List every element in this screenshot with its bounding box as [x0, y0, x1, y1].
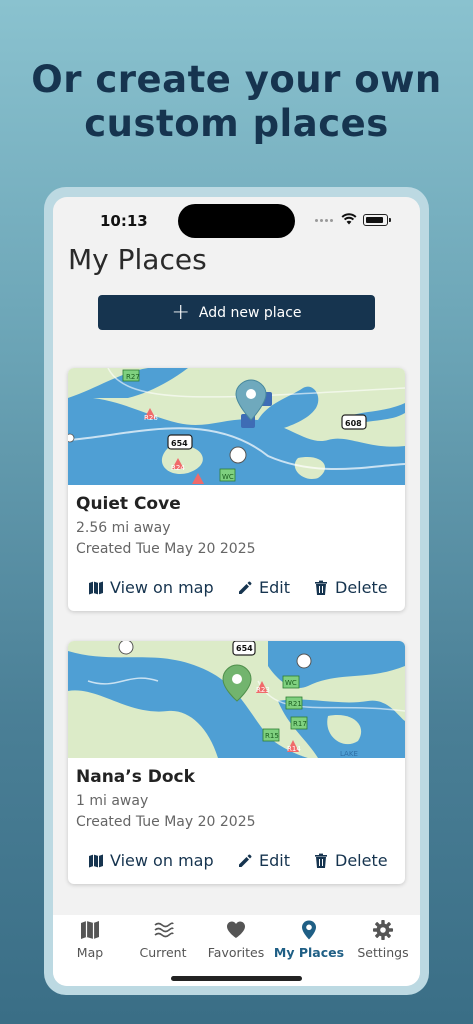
place-created-date: Created Tue May 20 2025	[76, 541, 256, 557]
add-new-place-button[interactable]: + Add new place	[98, 295, 375, 330]
place-created-date: Created Tue May 20 2025	[76, 814, 256, 830]
add-new-place-label: Add new place	[198, 304, 302, 321]
page-title: My Places	[68, 243, 207, 276]
tab-my-places[interactable]: My Places	[272, 919, 346, 960]
delete-button[interactable]: Delete	[313, 578, 388, 597]
view-on-map-label: View on map	[110, 851, 214, 870]
tab-map[interactable]: Map	[53, 919, 127, 960]
delete-label: Delete	[335, 578, 388, 597]
tab-label: Current	[139, 945, 187, 960]
map-icon	[81, 921, 99, 939]
phone-screen: 10:13 My Places + Add new place R27 R26 …	[53, 197, 420, 986]
map-label: R15	[265, 732, 279, 740]
battery-icon	[363, 214, 391, 226]
map-icon	[89, 581, 103, 594]
plus-icon: +	[171, 299, 190, 325]
tab-label: Map	[76, 945, 104, 960]
pencil-icon	[239, 581, 252, 594]
trash-icon	[315, 853, 327, 868]
dynamic-island	[178, 204, 295, 238]
map-label: LAKE	[340, 750, 358, 758]
location-pin-icon	[302, 920, 316, 940]
promo-headline: Or create your own custom places	[0, 58, 473, 146]
tab-label: My Places	[273, 945, 345, 960]
map-icon	[89, 854, 103, 867]
map-label: 654	[171, 439, 188, 448]
place-card: 654 R23 WC R21 R17 R15 R14 LAKE Nana’s D…	[68, 641, 405, 884]
delete-button[interactable]: Delete	[313, 851, 388, 870]
trash-icon	[315, 580, 327, 595]
place-name: Nana’s Dock	[76, 767, 195, 787]
edit-label: Edit	[259, 578, 290, 597]
map-label: R14	[287, 745, 301, 753]
signal-icon	[315, 219, 335, 223]
place-map-thumbnail[interactable]: 654 R23 WC R21 R17 R15 R14 LAKE	[68, 641, 405, 758]
view-on-map-button[interactable]: View on map	[88, 578, 214, 597]
tab-settings[interactable]: Settings	[346, 919, 420, 960]
tab-favorites[interactable]: Favorites	[199, 919, 273, 960]
promo-headline-line2: custom places	[84, 102, 389, 145]
map-label: WC	[285, 679, 297, 687]
bottom-tab-bar: Map Current Favorites My Places Settings	[53, 915, 420, 986]
map-label: R26	[144, 414, 158, 422]
map-label: R24	[171, 464, 185, 472]
place-actions: View on map Edit Delete	[68, 851, 405, 873]
promo-headline-line1: Or create your own	[31, 58, 442, 101]
map-label: 608	[345, 419, 362, 428]
delete-label: Delete	[335, 851, 388, 870]
map-label: R27	[126, 373, 140, 381]
tab-label: Settings	[357, 945, 409, 960]
waves-icon	[154, 922, 174, 938]
place-distance: 1 mi away	[76, 793, 149, 809]
view-on-map-button[interactable]: View on map	[88, 851, 214, 870]
place-name: Quiet Cove	[76, 494, 181, 514]
home-indicator[interactable]	[171, 976, 302, 981]
status-bar: 10:13	[53, 197, 420, 243]
wifi-icon	[341, 213, 357, 225]
heart-icon	[227, 921, 245, 938]
place-map-thumbnail[interactable]: R27 R26 654 R24 WC 608	[68, 368, 405, 485]
map-label: 654	[236, 644, 253, 653]
map-label: R17	[293, 720, 307, 728]
edit-button[interactable]: Edit	[237, 851, 290, 870]
view-on-map-label: View on map	[110, 578, 214, 597]
status-time: 10:13	[100, 212, 148, 230]
edit-label: Edit	[259, 851, 290, 870]
tab-current[interactable]: Current	[126, 919, 200, 960]
place-distance: 2.56 mi away	[76, 520, 171, 536]
place-actions: View on map Edit Delete	[68, 578, 405, 600]
map-label: R23	[256, 686, 270, 694]
map-label: R21	[288, 700, 302, 708]
map-label: WC	[222, 473, 234, 481]
place-card: R27 R26 654 R24 WC 608 Quiet Cove 2.56 m…	[68, 368, 405, 611]
tab-label: Favorites	[207, 945, 265, 960]
pencil-icon	[239, 854, 252, 867]
edit-button[interactable]: Edit	[237, 578, 290, 597]
gear-icon	[373, 920, 393, 940]
